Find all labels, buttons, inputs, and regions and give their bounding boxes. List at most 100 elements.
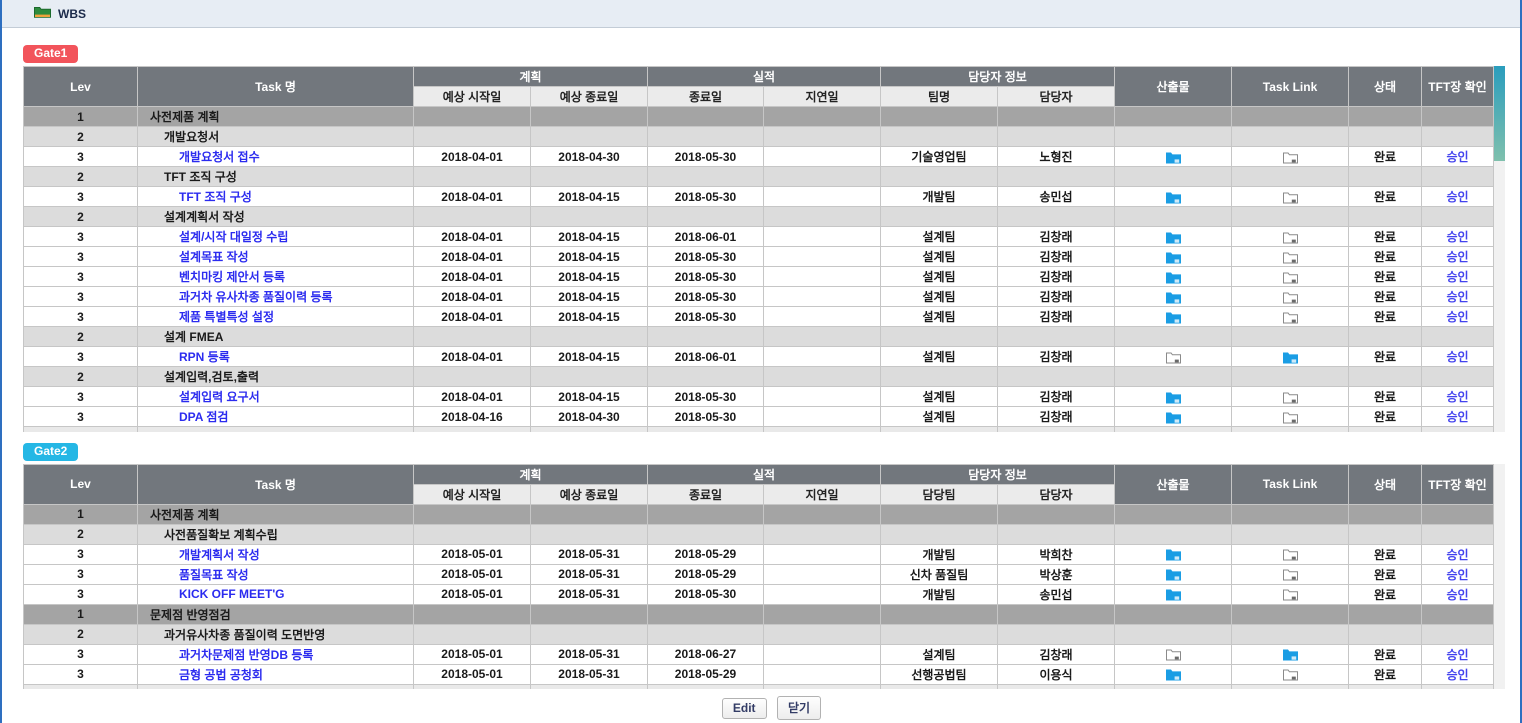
approve-link[interactable]: 승인 bbox=[1446, 648, 1468, 662]
task-link-cell bbox=[1232, 407, 1349, 427]
output-folder-icon[interactable] bbox=[1166, 309, 1181, 323]
approve-link[interactable]: 승인 bbox=[1446, 250, 1468, 264]
plan-end-cell: 2018-04-15 bbox=[531, 347, 648, 367]
partial-cell bbox=[764, 684, 881, 689]
lev-cell: 3 bbox=[24, 307, 138, 327]
task-name-link[interactable]: 제품 특별특성 설정 bbox=[179, 310, 274, 324]
task-name-link[interactable]: RPN 등록 bbox=[179, 350, 230, 364]
output-folder-icon[interactable] bbox=[1166, 389, 1181, 403]
task-name-link[interactable]: TFT 조직 구성 bbox=[179, 190, 252, 204]
task-link-folder-empty-icon[interactable] bbox=[1283, 567, 1298, 581]
output-folder-icon[interactable] bbox=[1166, 249, 1181, 263]
plan-start-cell: 2018-04-01 bbox=[414, 187, 531, 207]
output-folder-icon[interactable] bbox=[1166, 567, 1181, 581]
approve-link[interactable]: 승인 bbox=[1446, 390, 1468, 404]
task-name-link[interactable]: 과거차 유사차종 품질이력 등록 bbox=[179, 290, 333, 304]
approve-link[interactable]: 승인 bbox=[1446, 190, 1468, 204]
status-cell bbox=[1349, 107, 1422, 127]
output-folder-empty-icon[interactable] bbox=[1166, 349, 1181, 363]
lev-cell: 3 bbox=[24, 544, 138, 564]
owner-cell: 김창래 bbox=[998, 307, 1115, 327]
status-cell: 완료 bbox=[1349, 644, 1422, 664]
task-name-link[interactable]: 품질목표 작성 bbox=[179, 568, 249, 582]
approve-link[interactable]: 승인 bbox=[1446, 568, 1468, 582]
approve-link[interactable]: 승인 bbox=[1446, 548, 1468, 562]
output-folder-empty-icon[interactable] bbox=[1166, 647, 1181, 661]
task-name-link[interactable]: 설계/시작 대일정 수립 bbox=[179, 230, 288, 244]
task-link-folder-empty-icon[interactable] bbox=[1283, 667, 1298, 681]
approve-link[interactable]: 승인 bbox=[1446, 270, 1468, 284]
table-row: 3KICK OFF MEET'G2018-05-012018-05-312018… bbox=[24, 584, 1494, 604]
table-scrollbar[interactable] bbox=[1494, 66, 1505, 432]
output-folder-icon[interactable] bbox=[1166, 269, 1181, 283]
task-link-cell bbox=[1232, 664, 1349, 684]
task-link-folder-empty-icon[interactable] bbox=[1283, 149, 1298, 163]
output-cell bbox=[1115, 604, 1232, 624]
task-link-folder-icon[interactable] bbox=[1283, 647, 1298, 661]
status-cell: 완료 bbox=[1349, 407, 1422, 427]
gate2-badge: Gate2 bbox=[23, 443, 78, 461]
delay-cell bbox=[764, 147, 881, 167]
task-name-link[interactable]: 과거차문제점 반영DB 등록 bbox=[179, 648, 313, 662]
col-header-status: 상태 bbox=[1349, 464, 1422, 504]
approve-link[interactable]: 승인 bbox=[1446, 230, 1468, 244]
task-link-folder-empty-icon[interactable] bbox=[1283, 587, 1298, 601]
close-button[interactable]: 닫기 bbox=[777, 696, 821, 720]
task-link-folder-empty-icon[interactable] bbox=[1283, 409, 1298, 423]
task-link-cell bbox=[1232, 544, 1349, 564]
output-folder-icon[interactable] bbox=[1166, 229, 1181, 243]
approve-link[interactable]: 승인 bbox=[1446, 588, 1468, 602]
output-folder-icon[interactable] bbox=[1166, 667, 1181, 681]
task-link-folder-empty-icon[interactable] bbox=[1283, 249, 1298, 263]
output-cell bbox=[1115, 624, 1232, 644]
task-link-folder-empty-icon[interactable] bbox=[1283, 547, 1298, 561]
output-folder-icon[interactable] bbox=[1166, 547, 1181, 561]
edit-button[interactable]: Edit bbox=[722, 698, 767, 719]
output-folder-icon[interactable] bbox=[1166, 587, 1181, 601]
approve-link[interactable]: 승인 bbox=[1446, 668, 1468, 682]
task-link-folder-empty-icon[interactable] bbox=[1283, 289, 1298, 303]
task-name-link[interactable]: 개발요청서 접수 bbox=[179, 150, 260, 164]
output-folder-icon[interactable] bbox=[1166, 149, 1181, 163]
output-folder-icon[interactable] bbox=[1166, 289, 1181, 303]
approve-link[interactable]: 승인 bbox=[1446, 290, 1468, 304]
output-folder-icon[interactable] bbox=[1166, 189, 1181, 203]
actual-end-cell bbox=[648, 207, 764, 227]
delay-cell bbox=[764, 347, 881, 367]
actual-end-cell: 2018-05-30 bbox=[648, 267, 764, 287]
delay-cell bbox=[764, 664, 881, 684]
plan-start-cell: 2018-05-01 bbox=[414, 664, 531, 684]
task-name-link[interactable]: 개발계획서 작성 bbox=[179, 548, 260, 562]
output-cell bbox=[1115, 367, 1232, 387]
approve-link[interactable]: 승인 bbox=[1446, 350, 1468, 364]
task-name-cell: 설계계획서 작성 bbox=[138, 207, 414, 227]
task-name-link[interactable]: 설계목표 작성 bbox=[179, 250, 249, 264]
task-name-link[interactable]: 벤치마킹 제안서 등록 bbox=[179, 270, 285, 284]
approve-link[interactable]: 승인 bbox=[1446, 410, 1468, 424]
task-link-folder-empty-icon[interactable] bbox=[1283, 309, 1298, 323]
plan-end-cell: 2018-04-15 bbox=[531, 227, 648, 247]
task-name-link[interactable]: 금형 공법 공청회 bbox=[179, 668, 263, 682]
output-folder-icon[interactable] bbox=[1166, 409, 1181, 423]
task-link-folder-empty-icon[interactable] bbox=[1283, 389, 1298, 403]
delay-cell bbox=[764, 584, 881, 604]
owner-cell: 김창래 bbox=[998, 387, 1115, 407]
task-name-link[interactable]: DPA 점검 bbox=[179, 410, 228, 424]
task-link-folder-empty-icon[interactable] bbox=[1283, 269, 1298, 283]
task-name-cell: 과거유사차종 품질이력 도면반영 bbox=[138, 624, 414, 644]
team-cell bbox=[881, 327, 998, 347]
plan-start-cell bbox=[414, 504, 531, 524]
task-name-link[interactable]: KICK OFF MEET'G bbox=[179, 587, 285, 601]
approve-link[interactable]: 승인 bbox=[1446, 310, 1468, 324]
table-scrollbar[interactable] bbox=[1494, 464, 1505, 690]
task-link-folder-icon[interactable] bbox=[1283, 349, 1298, 363]
task-name-link[interactable]: 설계입력 요구서 bbox=[179, 390, 260, 404]
partial-cell bbox=[1349, 684, 1422, 689]
task-link-folder-empty-icon[interactable] bbox=[1283, 189, 1298, 203]
partial-cell bbox=[24, 684, 138, 689]
approve-link[interactable]: 승인 bbox=[1446, 150, 1468, 164]
delay-cell bbox=[764, 107, 881, 127]
task-link-folder-empty-icon[interactable] bbox=[1283, 229, 1298, 243]
scrollbar-thumb[interactable] bbox=[1494, 66, 1505, 161]
table-row: 3DPA 점검2018-04-162018-04-302018-05-30설계팀… bbox=[24, 407, 1494, 427]
